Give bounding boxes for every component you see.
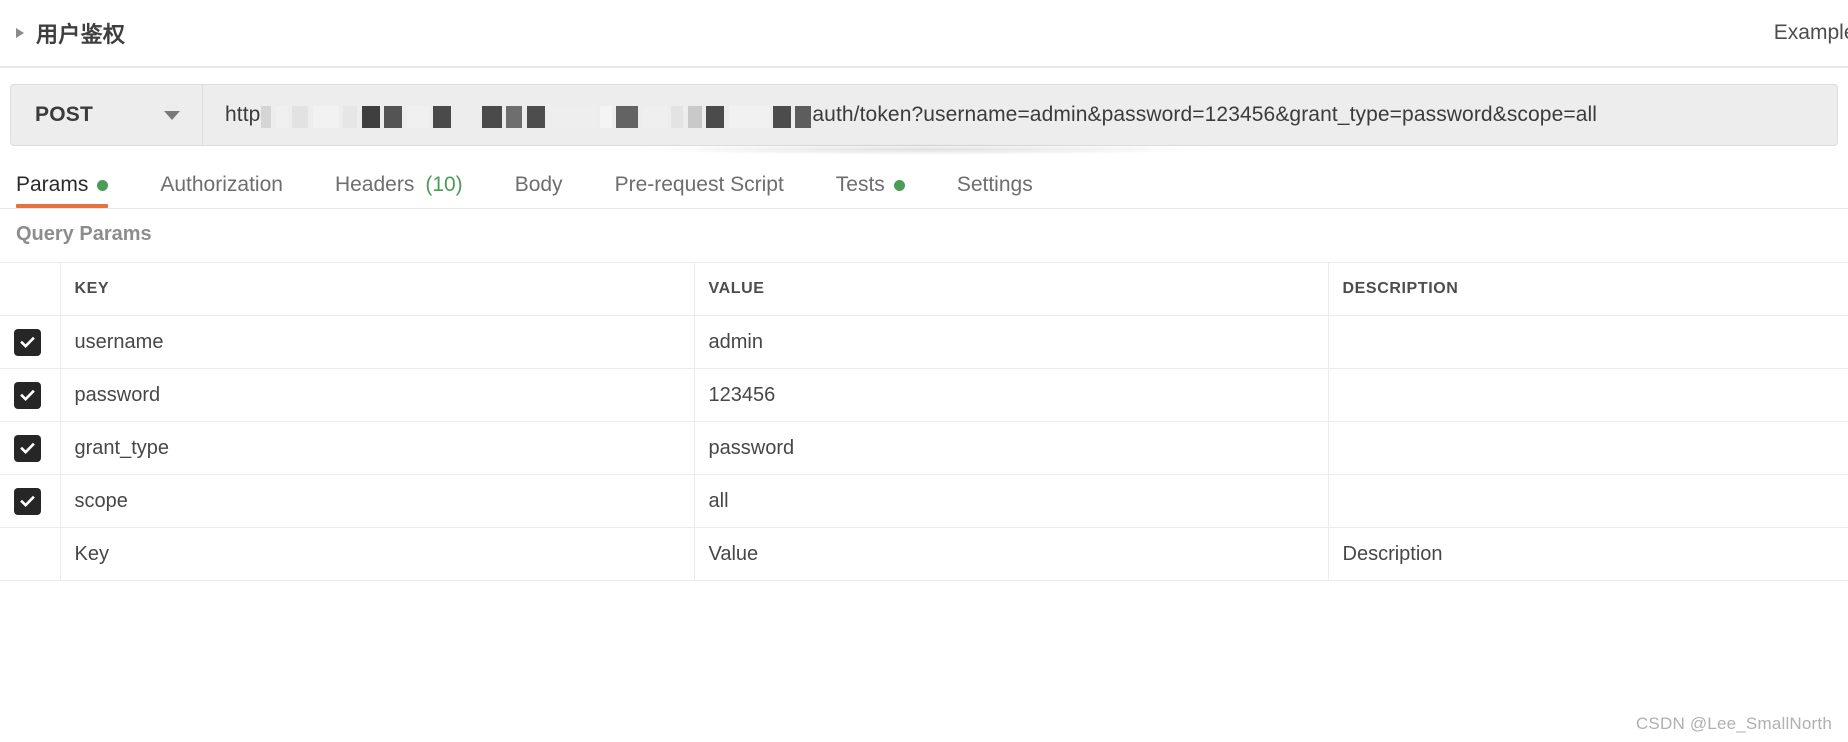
chevron-down-icon	[164, 110, 180, 120]
row-checkbox-cell-empty	[0, 527, 61, 581]
postman-request-pane: 用户鉴权 Examples POST http	[0, 0, 1848, 742]
checkbox-checked-icon[interactable]	[14, 487, 41, 515]
tab-pre-request-script[interactable]: Pre-request Script	[615, 173, 808, 208]
request-tabs: Params Authorization Headers (10) Body P…	[0, 146, 1848, 208]
tab-headers[interactable]: Headers (10)	[335, 173, 487, 208]
row-value[interactable]: 123456	[694, 368, 1329, 422]
table-header-row: KEY VALUE DESCRIPTION	[0, 262, 1848, 316]
tests-modified-dot-icon	[893, 179, 905, 191]
tab-settings[interactable]: Settings	[957, 173, 1057, 208]
checkbox-checked-icon[interactable]	[14, 434, 41, 462]
row-description[interactable]	[1328, 368, 1848, 422]
tab-authorization-label: Authorization	[160, 173, 283, 196]
row-description[interactable]	[1328, 474, 1848, 528]
new-key-input[interactable]: Key	[60, 527, 695, 581]
http-method-label: POST	[35, 103, 93, 126]
row-value[interactable]: password	[694, 421, 1329, 475]
table-row: username admin	[0, 315, 1848, 369]
tab-tests[interactable]: Tests	[836, 173, 929, 208]
row-key[interactable]: username	[60, 315, 695, 369]
triangle-right-icon[interactable]	[16, 28, 24, 38]
tab-params-label: Params	[16, 173, 89, 196]
tab-params[interactable]: Params	[16, 173, 132, 208]
row-description[interactable]	[1328, 315, 1848, 369]
header-select-all	[0, 262, 61, 316]
tab-body-label: Body	[514, 173, 563, 196]
row-checkbox-cell	[0, 368, 61, 422]
tab-headers-label: Headers	[334, 173, 415, 196]
collection-header: 用户鉴权 Examples	[0, 0, 1848, 66]
row-description[interactable]	[1328, 421, 1848, 475]
url-bar-container: POST http auth/token?username=admin&pass…	[0, 68, 1848, 155]
params-modified-dot-icon	[97, 179, 109, 191]
url-input[interactable]: http auth/token?username=admin&password=…	[203, 85, 1837, 145]
new-description-input[interactable]: Description	[1328, 527, 1848, 581]
url-redacted-region	[261, 106, 812, 128]
checkbox-checked-icon[interactable]	[14, 381, 41, 409]
tab-settings-label: Settings	[956, 173, 1033, 196]
table-row: scope all	[0, 474, 1848, 528]
tab-authorization[interactable]: Authorization	[160, 173, 307, 208]
url-suffix-text: auth/token?username=admin&password=12345…	[812, 103, 1598, 126]
table-row: grant_type password	[0, 421, 1848, 475]
table-row: password 123456	[0, 368, 1848, 422]
row-value[interactable]: admin	[694, 315, 1329, 369]
row-value[interactable]: all	[694, 474, 1329, 528]
header-value: VALUE	[694, 262, 1329, 316]
row-key[interactable]: scope	[60, 474, 695, 528]
tab-headers-count: (10)	[425, 173, 463, 196]
row-checkbox-cell	[0, 315, 61, 369]
checkbox-checked-icon[interactable]	[14, 328, 41, 356]
query-params-table: KEY VALUE DESCRIPTION username admin pas…	[0, 262, 1848, 581]
page-title: 用户鉴权	[36, 22, 126, 47]
query-params-title: Query Params	[16, 223, 152, 245]
new-value-input[interactable]: Value	[694, 527, 1329, 581]
watermark: CSDN @Lee_SmallNorth	[1635, 714, 1832, 733]
header-key: KEY	[60, 262, 695, 316]
table-row-empty: Key Value Description	[0, 527, 1848, 581]
header-description: DESCRIPTION	[1328, 262, 1848, 316]
http-method-select[interactable]: POST	[11, 85, 203, 145]
row-key[interactable]: grant_type	[60, 421, 695, 475]
tab-body[interactable]: Body	[515, 173, 587, 208]
examples-button[interactable]: Examples	[1774, 21, 1848, 45]
url-prefix-text: http	[225, 103, 261, 126]
active-tab-underline	[16, 204, 109, 208]
url-bar: POST http auth/token?username=admin&pass…	[10, 84, 1838, 146]
row-key[interactable]: password	[60, 368, 695, 422]
tab-pre-request-script-label: Pre-request Script	[614, 173, 784, 196]
row-checkbox-cell	[0, 421, 61, 475]
row-checkbox-cell	[0, 474, 61, 528]
tab-tests-label: Tests	[835, 173, 885, 196]
